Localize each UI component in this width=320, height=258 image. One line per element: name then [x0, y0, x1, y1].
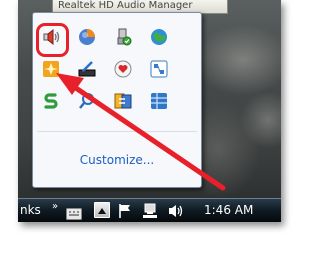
- notification-area-popup: Customize...: [32, 12, 202, 188]
- usb-safely-remove-icon[interactable]: [113, 27, 133, 47]
- keyboard-icon[interactable]: [66, 205, 82, 222]
- orange-starburst-icon[interactable]: [41, 59, 61, 79]
- highlight-circle: [36, 23, 69, 57]
- network-icon[interactable]: [143, 203, 159, 222]
- show-hidden-icons-button[interactable]: [94, 202, 110, 218]
- action-center-flag-icon[interactable]: [118, 203, 132, 222]
- customize-link[interactable]: Customize...: [33, 153, 201, 167]
- taskbar-clock[interactable]: 1:46 AM: [204, 203, 253, 217]
- taskbar: nks » 1:46 AM: [18, 198, 281, 222]
- blue-grid-icon[interactable]: [149, 91, 169, 111]
- sync-icon[interactable]: [113, 91, 133, 111]
- volume-icon[interactable]: [168, 203, 184, 222]
- green-s-icon[interactable]: [41, 91, 61, 111]
- popup-divider: [37, 131, 197, 132]
- green-globe-icon[interactable]: [149, 27, 169, 47]
- blue-orange-orb-icon[interactable]: [77, 27, 97, 47]
- caret-up-icon: [98, 208, 106, 214]
- network-monitor-icon[interactable]: [149, 59, 169, 79]
- screenshot-frame: Realtek HD Audio Manager Customize... nk…: [18, 0, 281, 222]
- magnifier-icon[interactable]: [77, 91, 97, 111]
- links-toolbar-label[interactable]: nks: [20, 203, 41, 217]
- heart-chat-icon[interactable]: [113, 59, 133, 79]
- pen-tablet-icon[interactable]: [77, 59, 97, 79]
- toolbar-chevron[interactable]: »: [52, 201, 58, 212]
